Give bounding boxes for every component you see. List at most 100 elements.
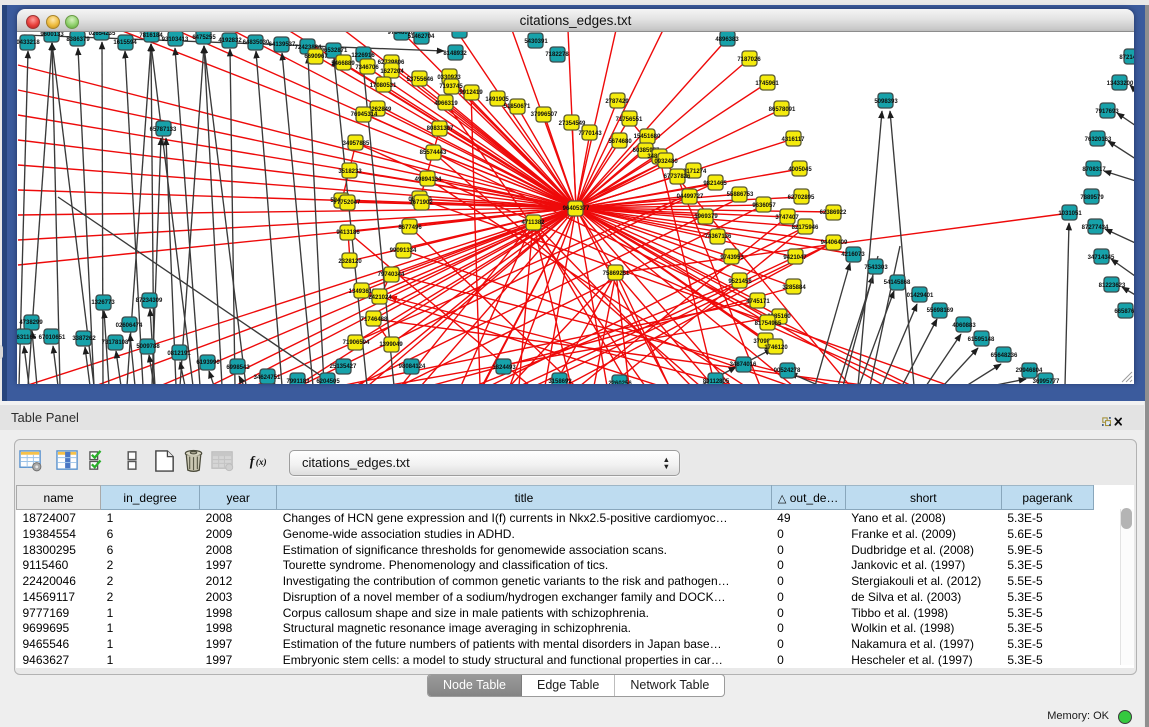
svg-text:1226916: 1226916 <box>351 53 375 59</box>
svg-text:64139537: 64139537 <box>269 42 296 48</box>
svg-text:5430391: 5430391 <box>524 39 548 45</box>
svg-text:76945314: 76945314 <box>351 112 378 118</box>
svg-text:87277434: 87277434 <box>1082 225 1109 231</box>
svg-text:9912419: 9912419 <box>459 90 483 96</box>
svg-text:0812191: 0812191 <box>167 351 191 357</box>
svg-text:1627204: 1627204 <box>380 69 404 75</box>
svg-text:5674680: 5674680 <box>608 139 632 145</box>
svg-text:73178108: 73178108 <box>102 340 129 346</box>
svg-text:02606474: 02606474 <box>116 323 143 329</box>
svg-text:00524278: 00524278 <box>774 368 801 374</box>
svg-text:71746488: 71746488 <box>361 317 388 323</box>
svg-text:8148932: 8148932 <box>443 51 467 57</box>
svg-text:1671902: 1671902 <box>409 200 433 206</box>
svg-text:80831367: 80831367 <box>427 126 454 132</box>
svg-text:74367136: 74367136 <box>705 234 732 240</box>
svg-text:1969379: 1969379 <box>694 214 718 220</box>
svg-text:8721489: 8721489 <box>1119 55 1134 61</box>
svg-text:80112805: 80112805 <box>703 379 730 384</box>
svg-text:15451680: 15451680 <box>634 134 661 140</box>
svg-text:75869261: 75869261 <box>603 271 630 277</box>
svg-text:99091334: 99091334 <box>390 248 417 254</box>
svg-text:64835030: 64835030 <box>243 40 270 46</box>
svg-text:81223623: 81223623 <box>1099 283 1126 289</box>
svg-text:49894134: 49894134 <box>415 177 442 183</box>
svg-text:04499727: 04499727 <box>677 194 704 200</box>
svg-text:53755646: 53755646 <box>407 77 434 83</box>
svg-text:f: f <box>250 454 256 469</box>
svg-text:7816184: 7816184 <box>139 33 163 39</box>
svg-text:4738299: 4738299 <box>19 320 43 326</box>
svg-text:8386379: 8386379 <box>66 37 90 43</box>
svg-text:8708317: 8708317 <box>1082 167 1106 173</box>
svg-text:6475255: 6475255 <box>192 35 216 41</box>
svg-text:0433218: 0433218 <box>17 40 40 46</box>
svg-text:34714345: 34714345 <box>1088 255 1115 261</box>
svg-text:9636057: 9636057 <box>752 203 776 209</box>
svg-text:6193990: 6193990 <box>196 360 220 366</box>
svg-text:7889579: 7889579 <box>1080 195 1104 201</box>
svg-text:9600133: 9600133 <box>40 32 64 38</box>
svg-text:8677496: 8677496 <box>398 225 422 231</box>
svg-text:3285884: 3285884 <box>782 285 806 291</box>
svg-text:1491905: 1491905 <box>485 97 509 103</box>
svg-text:17080531: 17080531 <box>370 83 397 89</box>
svg-text:1326773: 1326773 <box>91 300 115 306</box>
svg-text:86578091: 86578091 <box>769 107 796 113</box>
svg-text:3518233: 3518233 <box>338 169 362 175</box>
svg-text:4966319: 4966319 <box>434 101 458 107</box>
svg-text:67010651: 67010651 <box>39 335 66 341</box>
svg-text:4216073: 4216073 <box>841 252 865 258</box>
svg-text:36995777: 36995777 <box>1033 379 1060 384</box>
svg-text:81754965: 81754965 <box>755 321 782 327</box>
svg-text:7346706: 7346706 <box>355 65 379 71</box>
svg-text:7543303: 7543303 <box>864 265 888 271</box>
svg-text:1746120: 1746120 <box>764 345 788 351</box>
svg-text:37631165: 37631165 <box>17 335 37 341</box>
svg-text:(x): (x) <box>256 457 267 468</box>
svg-text:71756551: 71756551 <box>616 117 643 123</box>
svg-text:7917693: 7917693 <box>1095 109 1119 115</box>
svg-text:6998543: 6998543 <box>226 365 250 371</box>
svg-text:34624751: 34624751 <box>254 375 281 381</box>
svg-text:76320163: 76320163 <box>1085 137 1112 143</box>
svg-text:6204505: 6204505 <box>316 379 340 384</box>
svg-text:4711382: 4711382 <box>521 220 545 226</box>
svg-text:1615594: 1615594 <box>113 40 137 46</box>
svg-text:77752047: 77752047 <box>334 200 361 206</box>
svg-text:01429401: 01429401 <box>907 293 934 299</box>
svg-text:61595148: 61595148 <box>968 337 995 343</box>
svg-text:7770143: 7770143 <box>578 131 602 137</box>
svg-text:3747407: 3747407 <box>775 215 799 221</box>
svg-text:4316117: 4316117 <box>781 137 805 143</box>
svg-text:55886753: 55886753 <box>727 192 754 198</box>
svg-text:4896383: 4896383 <box>715 37 739 43</box>
svg-text:2787429: 2787429 <box>605 99 629 105</box>
svg-text:93103413: 93103413 <box>162 37 189 43</box>
svg-text:1399049: 1399049 <box>379 342 403 348</box>
svg-text:1824493: 1824493 <box>492 365 516 371</box>
svg-text:62702895: 62702895 <box>788 195 815 201</box>
svg-text:3387262: 3387262 <box>72 336 96 342</box>
svg-text:4005045: 4005045 <box>788 167 812 173</box>
svg-text:94406409: 94406409 <box>821 240 848 246</box>
svg-text:82175946: 82175946 <box>792 225 819 231</box>
svg-text:2328120: 2328120 <box>338 259 362 265</box>
svg-text:55698169: 55698169 <box>927 308 954 314</box>
svg-text:65787133: 65787133 <box>150 127 177 133</box>
svg-text:71906594: 71906594 <box>343 340 370 346</box>
svg-text:4192832: 4192832 <box>218 38 242 44</box>
svg-text:1745961: 1745961 <box>755 81 779 87</box>
svg-text:7991183: 7991183 <box>286 379 310 384</box>
svg-text:28809570: 28809570 <box>447 32 474 34</box>
svg-text:51462704: 51462704 <box>408 34 435 40</box>
svg-text:5098393: 5098393 <box>874 99 898 105</box>
svg-text:25135427: 25135427 <box>330 364 357 370</box>
svg-text:34874016: 34874016 <box>730 362 757 368</box>
svg-text:9743953: 9743953 <box>720 255 744 261</box>
svg-text:0932480: 0932480 <box>654 159 678 165</box>
svg-text:87234309: 87234309 <box>136 298 163 304</box>
svg-text:54145868: 54145868 <box>884 280 911 286</box>
svg-text:6658760: 6658760 <box>1114 309 1134 315</box>
svg-text:1031051: 1031051 <box>1058 211 1082 217</box>
